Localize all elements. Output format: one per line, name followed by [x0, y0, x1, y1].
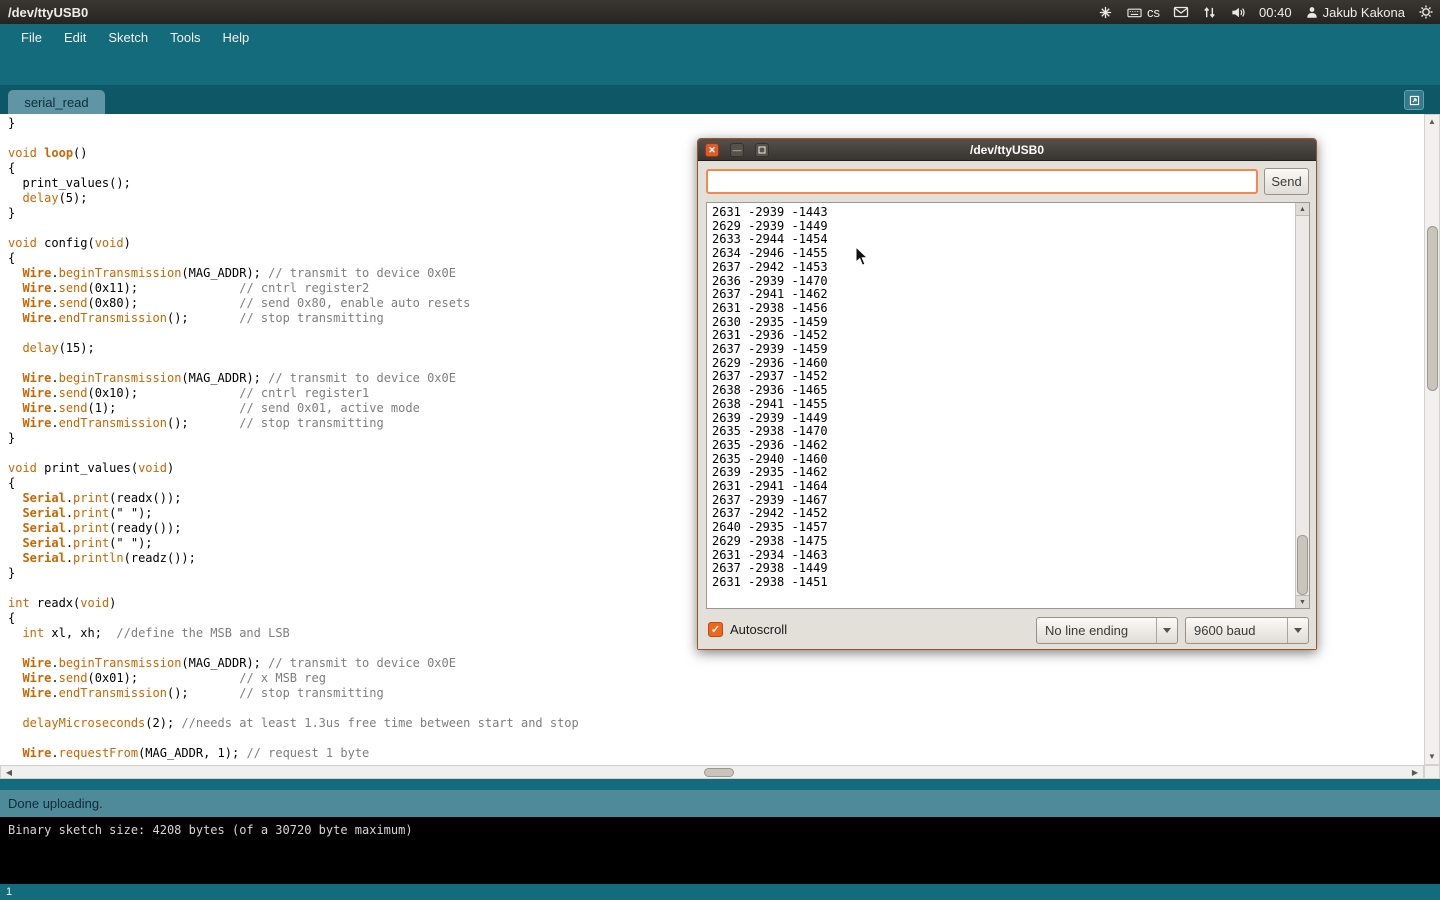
serial-input[interactable] [706, 169, 1258, 194]
scroll-up-icon[interactable]: ▲ [1425, 116, 1439, 128]
serial-output[interactable]: 2631 -2939 -1443 2629 -2939 -1449 2633 -… [707, 203, 1295, 608]
serial-scroll-thumb[interactable] [1297, 535, 1308, 595]
toolbar [0, 51, 1440, 85]
menu-tools[interactable]: Tools [159, 26, 211, 49]
baud-rate-select[interactable]: 9600 baud [1185, 617, 1309, 644]
maximize-button[interactable] [755, 143, 769, 157]
line-number-indicator: 1 [6, 886, 12, 898]
line-ending-value: No line ending [1045, 618, 1128, 644]
scroll-down-icon[interactable]: ▼ [1425, 751, 1439, 763]
console-output: Binary sketch size: 4208 bytes (of a 307… [0, 817, 1440, 884]
scroll-left-icon[interactable]: ◀ [2, 766, 16, 778]
menu-edit[interactable]: Edit [53, 26, 97, 49]
keyboard-layout-indicator[interactable]: cs [1124, 0, 1162, 24]
code-line [8, 731, 1424, 746]
chevron-down-icon [1287, 618, 1308, 643]
user-menu[interactable]: Jakub Kakona [1303, 0, 1407, 24]
close-button[interactable]: ✕ [705, 143, 719, 157]
tab-menu-button[interactable] [1404, 90, 1424, 110]
minimize-button[interactable]: — [730, 143, 744, 157]
clock-label: 00:40 [1259, 5, 1292, 20]
mail-icon[interactable] [1171, 0, 1191, 24]
console-line: Binary sketch size: 4208 bytes (of a 307… [8, 823, 413, 837]
keyboard-layout-label: cs [1147, 5, 1160, 20]
autoscroll-checkbox[interactable]: ✓ [708, 622, 723, 637]
clock[interactable]: 00:40 [1257, 0, 1294, 24]
status-bar: Done uploading. [0, 790, 1440, 817]
scroll-up-icon[interactable]: ▲ [1296, 203, 1309, 216]
editor-vertical-scrollbar[interactable]: ▲ ▼ [1424, 114, 1440, 765]
cursor-arrow-icon [855, 246, 869, 267]
menu-sketch[interactable]: Sketch [97, 26, 159, 49]
scroll-right-icon[interactable]: ▶ [1408, 766, 1422, 778]
code-line: } [8, 116, 1424, 131]
menu-help[interactable]: Help [211, 26, 260, 49]
serial-output-panel: 2631 -2939 -1443 2629 -2939 -1449 2633 -… [706, 202, 1310, 609]
footer-bar: 1 [0, 884, 1440, 900]
tab-serial-read[interactable]: serial_read [8, 90, 105, 114]
code-line: Wire.requestFrom(MAG_ADDR, 1); // reques… [8, 746, 1424, 761]
serial-controls: ✓ Autoscroll No line ending 9600 baud [698, 617, 1318, 644]
chevron-down-icon [1156, 618, 1177, 643]
status-divider [0, 779, 1440, 790]
tabbar: serial_read [0, 85, 1440, 114]
code-line [8, 701, 1424, 716]
line-ending-select[interactable]: No line ending [1036, 617, 1178, 644]
panel-indicators: cs 00:40 [1096, 0, 1436, 24]
indicator-icon[interactable] [1096, 0, 1115, 24]
network-sync-icon[interactable] [1200, 0, 1219, 24]
code-line: Wire.endTransmission(); // stop transmit… [8, 686, 1424, 701]
serial-scrollbar[interactable]: ▲ ▼ [1295, 203, 1309, 608]
top-panel: /dev/ttyUSB0 cs [0, 0, 1440, 24]
serial-monitor-window: /dev/ttyUSB0 ✕ — Send 2631 -2939 -1443 2… [697, 138, 1317, 650]
baud-rate-value: 9600 baud [1194, 618, 1255, 644]
maximize-icon [758, 146, 766, 154]
horizontal-scroll-thumb[interactable] [704, 768, 734, 777]
code-line: Wire.send(0x01); // x MSB reg [8, 671, 1424, 686]
serial-body: Send 2631 -2939 -1443 2629 -2939 -1449 2… [698, 161, 1316, 649]
autoscroll-label: Autoscroll [730, 622, 787, 637]
volume-icon[interactable] [1228, 0, 1248, 24]
panel-window-title: /dev/ttyUSB0 [8, 5, 88, 20]
scroll-down-icon[interactable]: ▼ [1296, 595, 1309, 608]
serial-titlebar[interactable]: /dev/ttyUSB0 ✕ — [698, 139, 1316, 161]
send-button[interactable]: Send [1264, 168, 1309, 195]
mouse-cursor [855, 246, 869, 272]
gear-icon[interactable] [1416, 0, 1436, 24]
code-line: Wire.beginTransmission(MAG_ADDR); // tra… [8, 656, 1424, 671]
status-message: Done uploading. [8, 796, 103, 811]
expand-icon [1408, 94, 1421, 107]
editor-horizontal-scrollbar[interactable]: ◀ ▶ [0, 765, 1424, 779]
menubar: File Edit Sketch Tools Help [0, 24, 1440, 51]
code-line: delayMicroseconds(2); //needs at least 1… [8, 716, 1424, 731]
username-label: Jakub Kakona [1323, 5, 1405, 20]
vertical-scroll-thumb[interactable] [1427, 226, 1438, 391]
serial-window-title: /dev/ttyUSB0 [698, 139, 1316, 161]
menu-file[interactable]: File [10, 26, 53, 49]
tab-label: serial_read [24, 95, 88, 110]
desktop: /dev/ttyUSB0 cs [0, 0, 1440, 900]
scrollbar-corner [1424, 765, 1440, 779]
